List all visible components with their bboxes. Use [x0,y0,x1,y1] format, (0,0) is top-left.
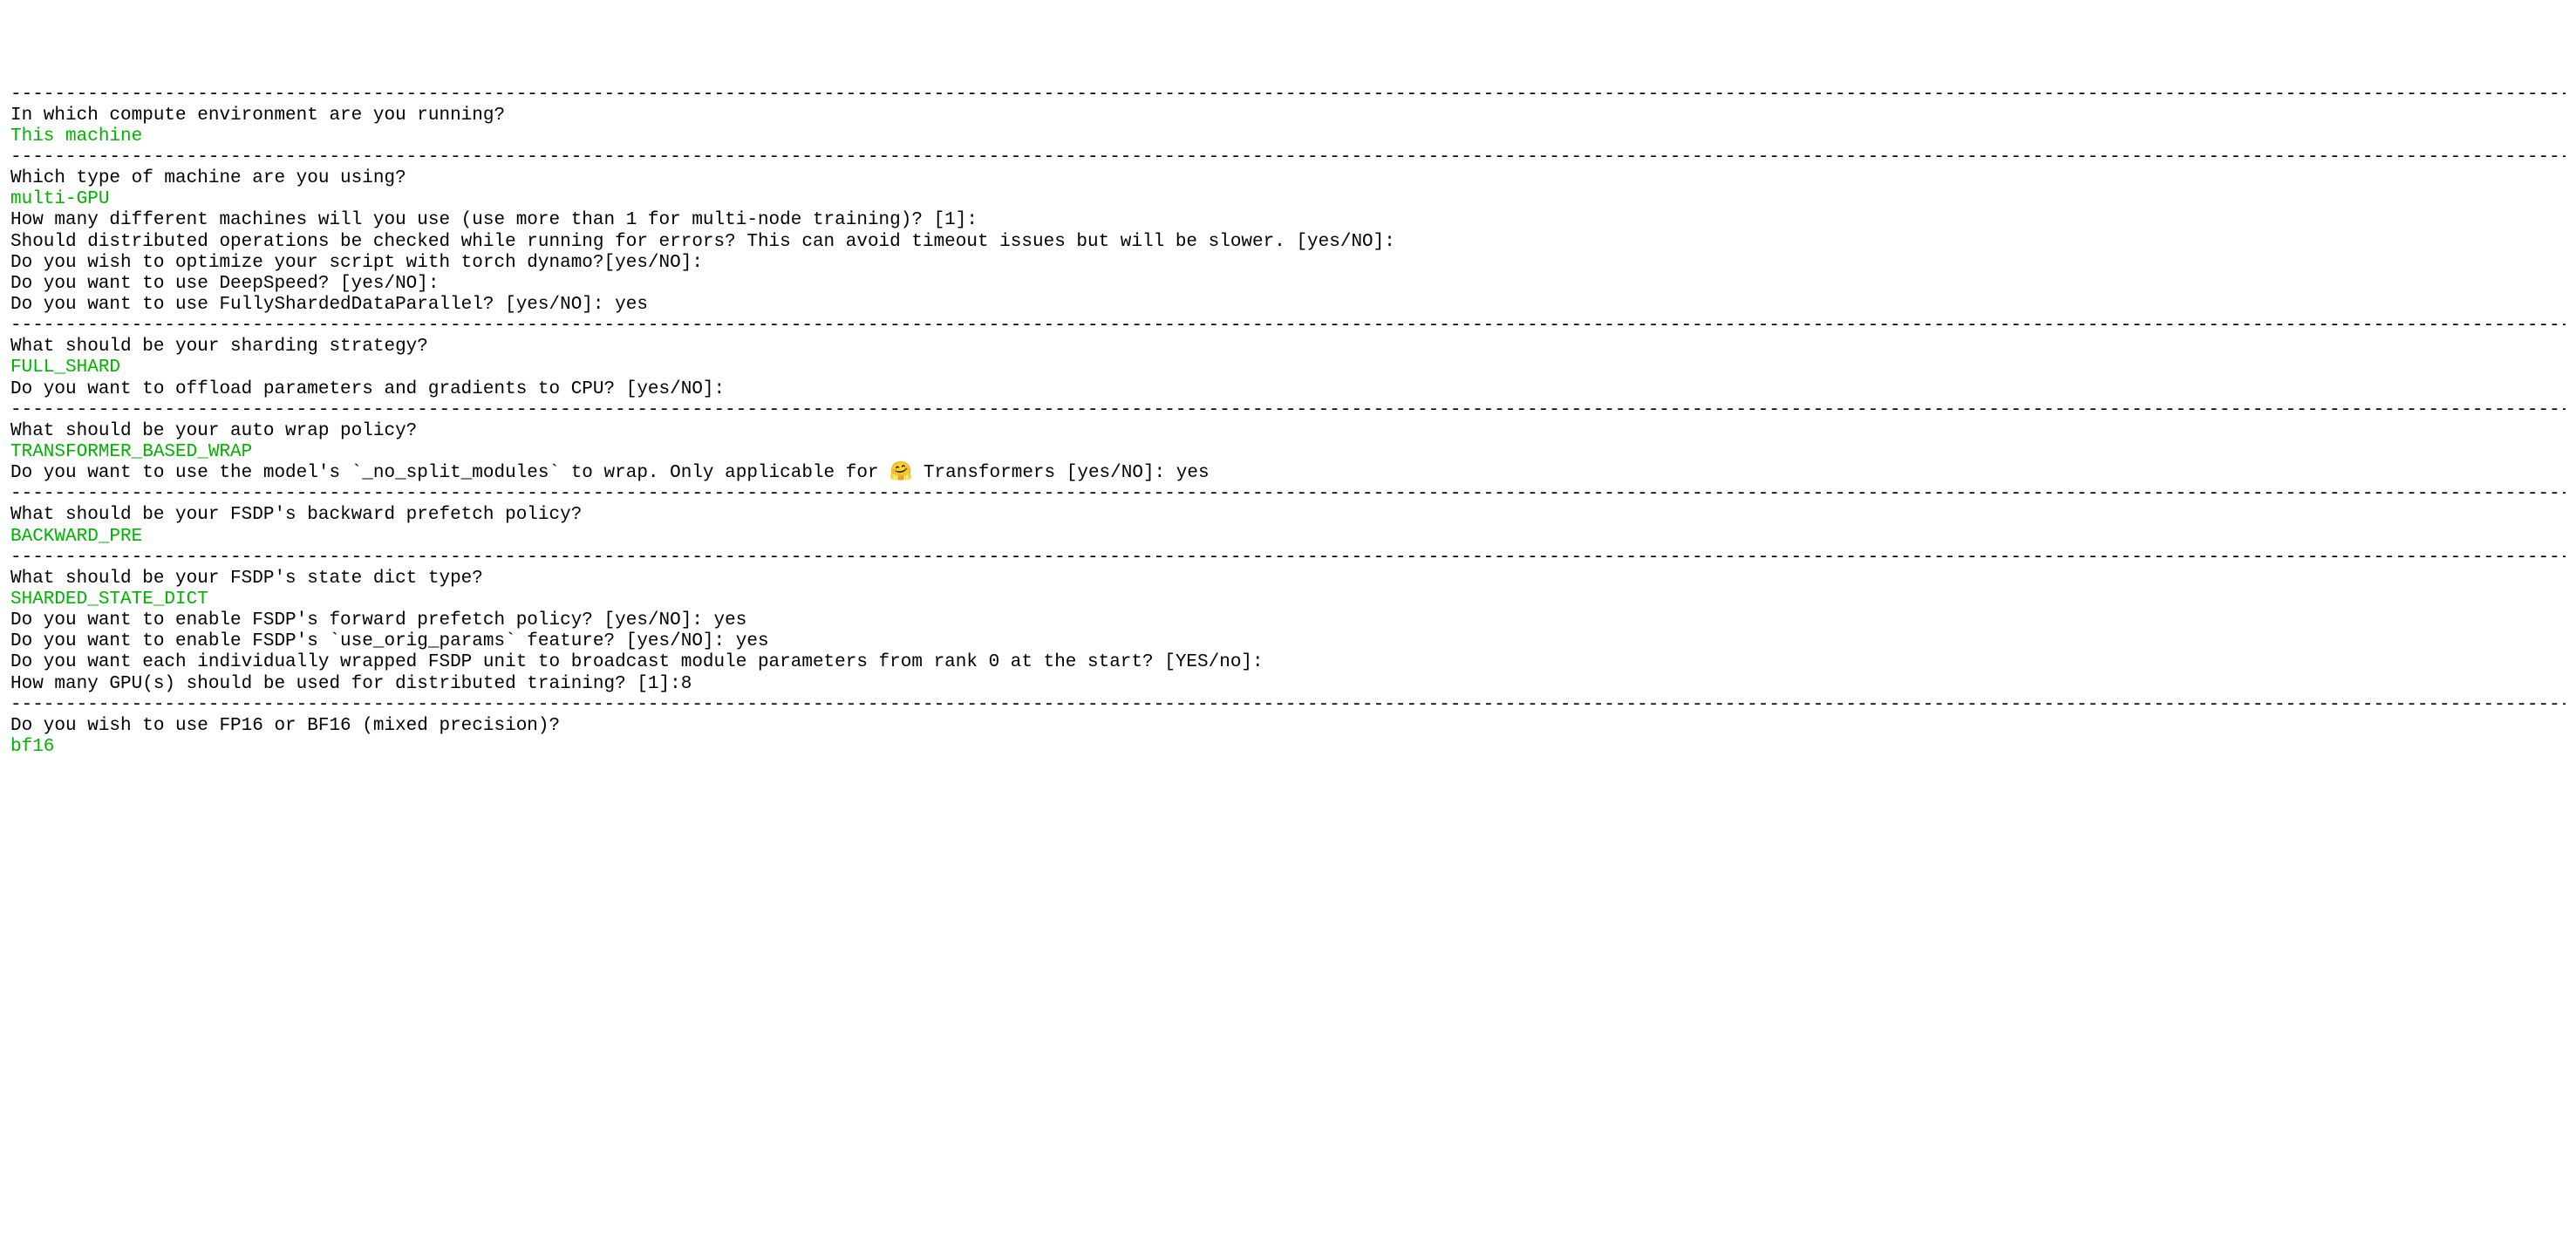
prompt-line: What should be your sharding strategy? [10,337,2566,358]
separator: ----------------------------------------… [10,548,2566,569]
answer-line: FULL_SHARD [10,358,2566,378]
separator: ----------------------------------------… [10,316,2566,337]
prompt-line: Do you want to use the model's `_no_spli… [10,463,2566,484]
prompt-line: In which compute environment are you run… [10,106,2566,126]
answer-line: This machine [10,126,2566,147]
terminal-output: ----------------------------------------… [10,85,2566,759]
prompt-line: Do you want to enable FSDP's `use_orig_p… [10,631,2566,652]
separator: ----------------------------------------… [10,147,2566,168]
prompt-line: Do you wish to optimize your script with… [10,253,2566,274]
separator: ----------------------------------------… [10,484,2566,505]
answer-line: TRANSFORMER_BASED_WRAP [10,442,2566,463]
answer-line: multi-GPU [10,189,2566,210]
answer-line: SHARDED_STATE_DICT [10,589,2566,610]
separator: ----------------------------------------… [10,695,2566,716]
prompt-line: What should be your FSDP's backward pref… [10,505,2566,526]
prompt-line: What should be your auto wrap policy? [10,421,2566,442]
prompt-line: Do you want to offload parameters and gr… [10,379,2566,400]
prompt-line: Which type of machine are you using? [10,168,2566,189]
prompt-line: What should be your FSDP's state dict ty… [10,569,2566,589]
answer-line: bf16 [10,737,2566,758]
separator: ----------------------------------------… [10,85,2566,106]
prompt-line: Do you want to use DeepSpeed? [yes/NO]: [10,274,2566,295]
prompt-line: Do you wish to use FP16 or BF16 (mixed p… [10,716,2566,737]
prompt-line: Do you want to enable FSDP's forward pre… [10,610,2566,631]
prompt-line: How many GPU(s) should be used for distr… [10,674,2566,695]
separator: ----------------------------------------… [10,400,2566,421]
prompt-line: Do you want to use FullyShardedDataParal… [10,295,2566,316]
prompt-line: How many different machines will you use… [10,210,2566,231]
answer-line: BACKWARD_PRE [10,527,2566,548]
prompt-line: Do you want each individually wrapped FS… [10,652,2566,673]
prompt-line: Should distributed operations be checked… [10,232,2566,253]
